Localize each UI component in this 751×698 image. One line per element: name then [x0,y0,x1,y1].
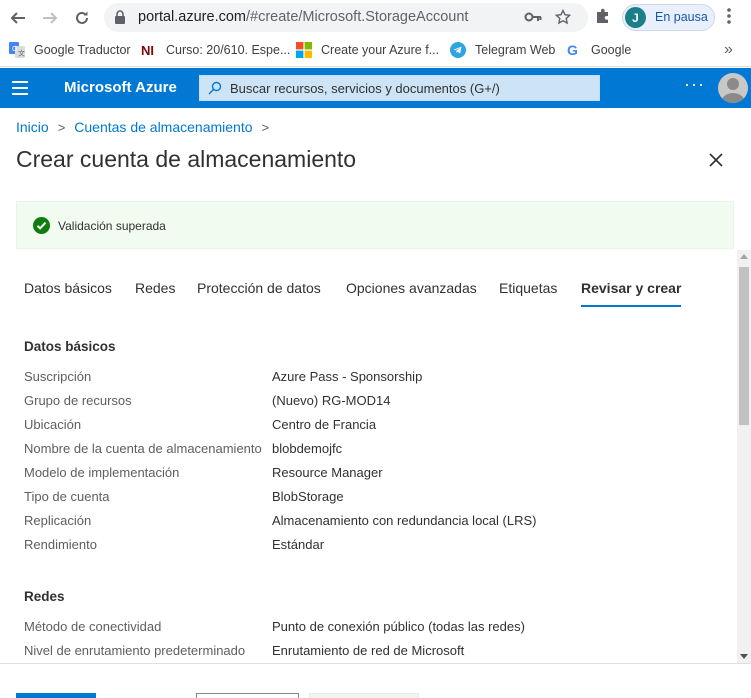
user-avatar[interactable] [718,73,748,103]
tab-basics[interactable]: Datos básicos [24,280,112,307]
url-host: portal.azure.com [138,9,246,25]
scroll-down-arrow-icon[interactable] [740,654,748,659]
row-value: Resource Manager [272,465,383,480]
row-value: (Nuevo) RG-MOD14 [272,393,391,408]
profile-avatar: J [625,7,646,28]
svg-text:文: 文 [18,49,25,58]
row-value: Estándar [272,537,325,552]
row-label: Nombre de la cuenta de almacenamiento [24,441,262,456]
hamburger-menu-icon[interactable] [12,81,28,95]
section-title: Datos básicos [24,339,116,354]
address-bar[interactable]: portal.azure.com/#create/Microsoft.Stora… [104,3,588,32]
row-value: blobdemojfc [272,441,343,456]
bookmark-telegram[interactable]: Telegram Web [450,41,555,59]
bookmark-google[interactable]: G Google [566,41,631,59]
bookmark-course[interactable]: NI Curso: 20/610. Espe... [141,41,290,59]
bookmark-label: Telegram Web [475,43,556,57]
bookmark-azure-free[interactable]: Create your Azure f... [296,41,439,59]
bookmark-label: Curso: 20/610. Espe... [166,43,291,57]
row-value: Punto de conexión público (todas las red… [272,619,525,634]
breadcrumb: Inicio > Cuentas de almacenamiento > [16,119,278,135]
content-scrollbar[interactable] [737,250,751,663]
row-label: Método de conectividad [24,619,162,634]
tab-networking[interactable]: Redes [135,280,175,307]
row-value: Centro de Francia [272,417,377,432]
validation-message: Validación superada [58,219,166,233]
reload-button[interactable] [70,6,94,30]
kebab-menu-icon[interactable] [727,8,731,29]
close-button[interactable] [707,151,725,169]
row-label: Suscripción [24,369,92,384]
microsoft-logo-icon [296,42,312,58]
previous-button[interactable] [196,693,299,698]
create-button[interactable] [16,693,96,698]
row-label: Replicación [24,513,92,528]
breadcrumb-separator: > [261,119,270,135]
bookmarks-more-icon[interactable]: » [724,41,733,59]
section-title: Redes [24,589,65,604]
bookmark-label: Create your Azure f... [321,43,440,57]
checkmark-circle-icon [33,217,50,234]
svg-text:G: G [567,42,578,58]
bookmarks-bar: G文 Google Traductor NI Curso: 20/610. Es… [0,35,751,67]
row-value: BlobStorage [272,489,344,504]
reload-icon [76,11,88,24]
validation-banner: Validación superada [16,201,734,249]
user-silhouette-icon [721,78,745,103]
row-label: Modelo de implementación [24,465,180,480]
tab-review-create[interactable]: Revisar y crear [581,280,682,307]
profile-chip[interactable]: J En pausa [622,4,715,31]
ni-course-icon: NI [141,42,157,58]
extensions-puzzle-icon[interactable] [594,7,612,30]
row-label: Tipo de cuenta [24,489,110,504]
forward-button[interactable] [38,6,62,30]
scrollbar-thumb[interactable] [739,267,749,425]
telegram-icon [450,42,466,58]
back-arrow-icon [10,12,25,24]
row-value: Almacenamiento con redundancia local (LR… [272,513,537,528]
row-label: Grupo de recursos [24,393,132,408]
row-value: Azure Pass - Sponsorship [272,369,423,384]
tab-tags[interactable]: Etiquetas [499,280,557,307]
bookmark-star-icon[interactable] [554,8,572,30]
next-button[interactable] [309,693,419,698]
lock-icon [114,10,126,29]
bookmark-label: Google [591,43,632,57]
row-label: Ubicación [24,417,82,432]
svg-text:G: G [12,46,17,53]
url-path: /#create/Microsoft.StorageAccount [246,9,469,25]
breadcrumb-storage-accounts[interactable]: Cuentas de almacenamiento [74,119,252,135]
scroll-up-arrow-icon[interactable] [740,254,748,259]
google-icon: G [566,42,582,58]
azure-brand[interactable]: Microsoft Azure [64,79,177,96]
profile-status: En pausa [655,10,708,24]
breadcrumb-separator: > [57,119,66,135]
page-title: Crear cuenta de almacenamiento [16,146,357,172]
key-icon[interactable] [524,10,542,29]
search-placeholder: Buscar recursos, servicios y documentos … [230,81,500,96]
row-value: Enrutamiento de red de Microsoft [272,643,465,658]
tab-advanced[interactable]: Opciones avanzadas [346,280,477,307]
row-label: Rendimiento [24,537,97,552]
bookmark-google-translate[interactable]: G文 Google Traductor [9,41,131,59]
footer-divider [0,663,751,664]
browser-toolbar: portal.azure.com/#create/Microsoft.Stora… [0,0,751,35]
forward-arrow-icon [43,12,58,24]
close-icon [709,153,723,167]
svg-text:NI: NI [141,43,154,58]
breadcrumb-home[interactable]: Inicio [16,119,49,135]
google-translate-icon: G文 [9,42,25,58]
tab-data-protection[interactable]: Protección de datos [197,280,321,307]
url-text: portal.azure.com/#create/Microsoft.Stora… [138,9,468,25]
back-button[interactable] [6,6,30,30]
more-options-icon[interactable]: ··· [684,74,705,95]
azure-header: Microsoft Azure Buscar recursos, servici… [0,68,751,108]
bookmark-label: Google Traductor [34,43,131,57]
search-icon [208,81,222,100]
row-label: Nivel de enrutamiento predeterminado [24,643,246,658]
global-search-input[interactable]: Buscar recursos, servicios y documentos … [199,75,600,101]
